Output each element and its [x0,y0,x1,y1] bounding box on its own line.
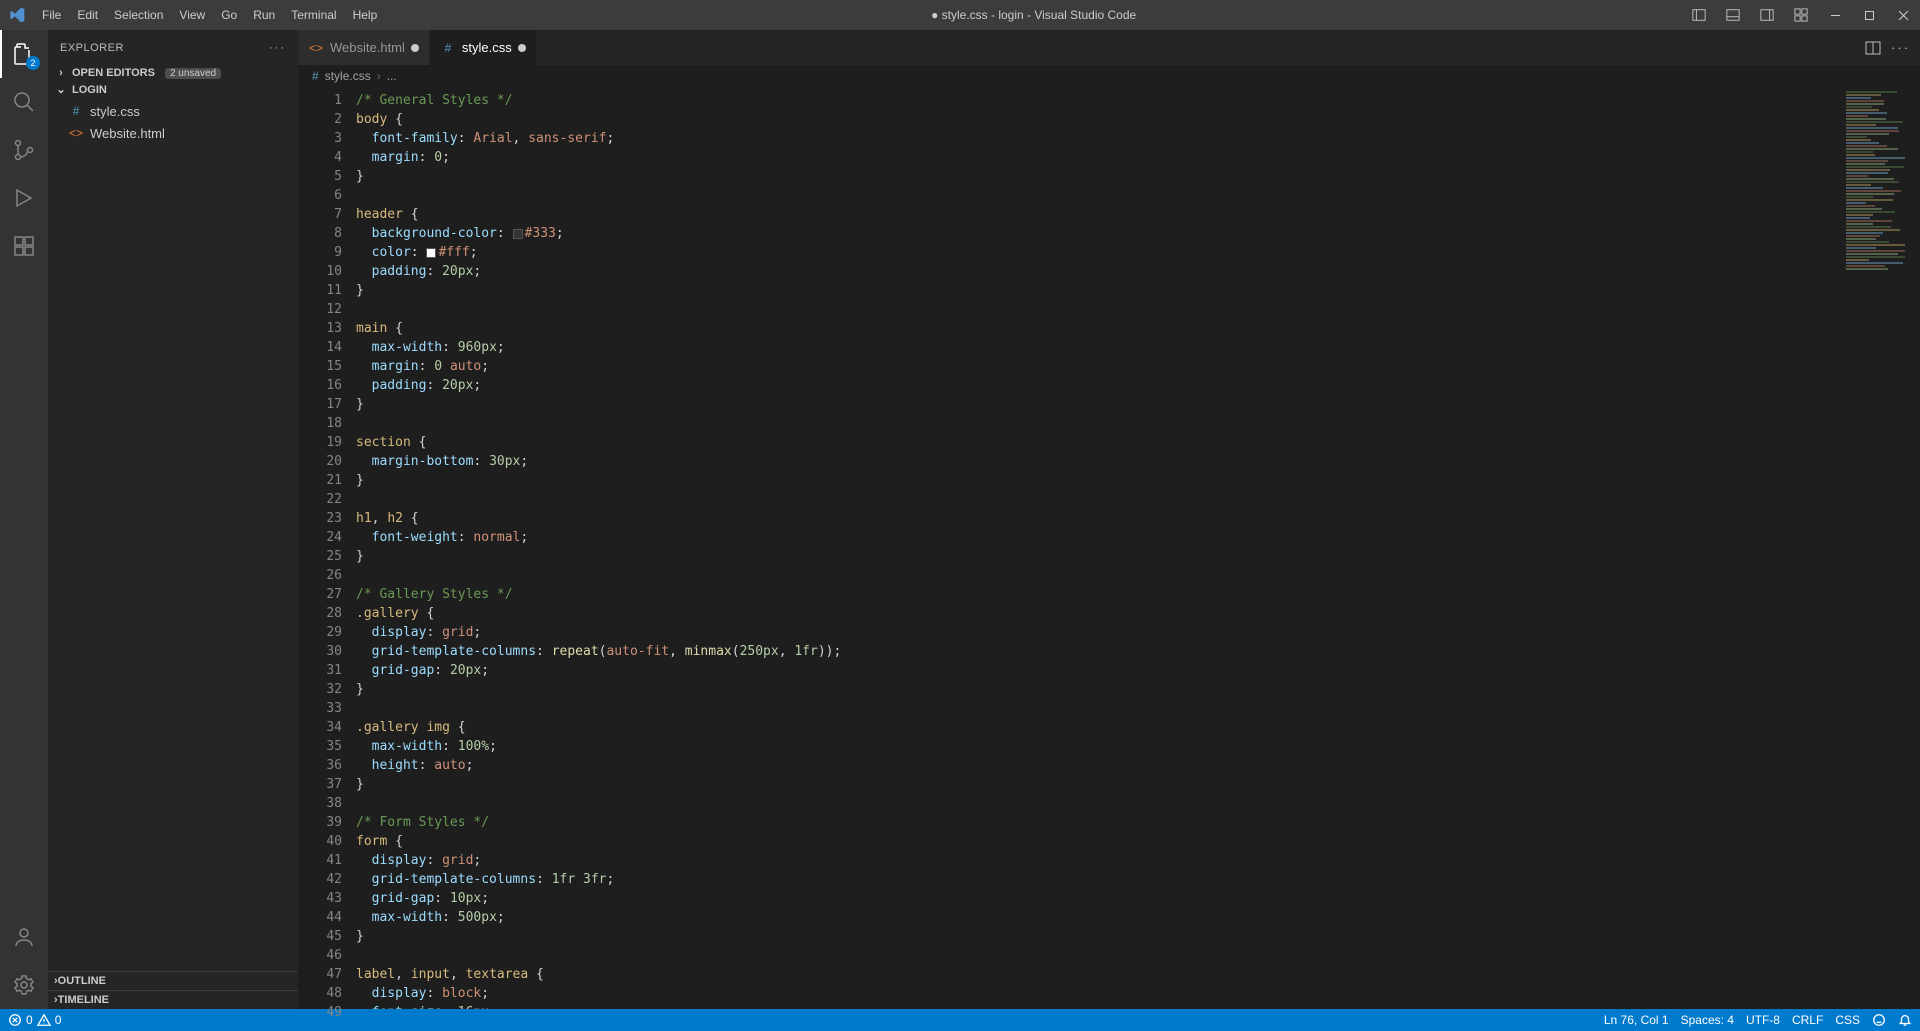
html-file-icon: <> [68,125,84,141]
close-button[interactable] [1886,0,1920,30]
folder-section[interactable]: ⌄ LOGIN [48,81,298,98]
activity-extensions[interactable] [0,222,48,270]
window-title: ● style.css - login - Visual Studio Code [385,8,1682,22]
editor-body[interactable]: 1234567891011121314151617181920212223242… [298,87,1920,1009]
tab-label: style.css [462,40,512,55]
chevron-right-icon: › [377,69,381,83]
outline-label: OUTLINE [58,975,106,987]
chevron-right-icon: › [54,67,68,79]
explorer-badge: 2 [26,56,40,70]
line-numbers: 1234567891011121314151617181920212223242… [298,87,356,1009]
open-editors-label: OPEN EDITORS [72,67,155,79]
outline-section[interactable]: › OUTLINE [48,971,298,990]
activity-source-control[interactable] [0,126,48,174]
sidebar-header: EXPLORER ··· [48,30,298,65]
status-warnings-count: 0 [55,1013,62,1027]
tab-style.css[interactable]: # style.css [430,30,537,65]
vscode-logo-icon [0,7,34,23]
file-tree: # style.css <> Website.html [48,98,298,146]
unsaved-dot-icon [518,44,526,52]
activity-explorer[interactable]: 2 [0,30,48,78]
menu-file[interactable]: File [34,0,69,30]
breadcrumb[interactable]: # style.css › ... [298,65,1920,87]
activity-settings[interactable] [0,961,48,1009]
minimap[interactable] [1846,91,1906,301]
status-errors-count: 0 [26,1013,33,1027]
titlebar: FileEditSelectionViewGoRunTerminalHelp ●… [0,0,1920,30]
activity-search[interactable] [0,78,48,126]
status-feedback-icon[interactable] [1872,1013,1886,1027]
css-file-icon: # [440,40,456,56]
main-area: 2 EXPLORER ·· [0,30,1920,1009]
menu-terminal[interactable]: Terminal [283,0,344,30]
more-actions-icon[interactable]: ··· [1891,40,1910,55]
folder-name: LOGIN [72,84,107,96]
breadcrumb-file: style.css [325,69,371,83]
unsaved-badge: 2 unsaved [165,68,221,79]
menu-run[interactable]: Run [245,0,283,30]
customize-layout-icon[interactable] [1784,0,1818,30]
file-style.css[interactable]: # style.css [48,100,298,122]
menu-bar: FileEditSelectionViewGoRunTerminalHelp [34,0,385,30]
scrollbar[interactable] [1906,87,1920,1009]
activity-bar: 2 [0,30,48,1009]
status-bar: 0 0 Ln 76, Col 1 Spaces: 4 UTF-8 CRLF CS… [0,1009,1920,1031]
color-swatch-icon [426,248,436,258]
status-errors[interactable]: 0 0 [8,1013,61,1027]
file-label: Website.html [90,126,165,141]
sidebar: EXPLORER ··· › OPEN EDITORS 2 unsaved ⌄ … [48,30,298,1009]
activity-run-debug[interactable] [0,174,48,222]
status-bell-icon[interactable] [1898,1013,1912,1027]
sidebar-title: EXPLORER [60,42,124,54]
tabs-row: <> Website.html # style.css ··· [298,30,1920,65]
status-eol[interactable]: CRLF [1792,1013,1823,1027]
color-swatch-icon [513,229,523,239]
activity-accounts[interactable] [0,913,48,961]
timeline-label: TIMELINE [58,994,109,1006]
tab-Website.html[interactable]: <> Website.html [298,30,430,65]
window-controls [1818,0,1920,30]
layout-controls [1682,0,1818,30]
file-label: style.css [90,104,140,119]
tabs-actions: ··· [1855,30,1920,65]
toggle-primary-sidebar-icon[interactable] [1682,0,1716,30]
breadcrumb-tail: ... [387,69,397,83]
editor-group: <> Website.html # style.css ··· # style.css… [298,30,1920,1009]
split-editor-icon[interactable] [1865,40,1881,56]
css-file-icon: # [68,103,84,119]
status-encoding[interactable]: UTF-8 [1746,1013,1780,1027]
menu-selection[interactable]: Selection [106,0,171,30]
tab-label: Website.html [330,40,405,55]
menu-edit[interactable]: Edit [69,0,106,30]
file-Website.html[interactable]: <> Website.html [48,122,298,144]
status-indent[interactable]: Spaces: 4 [1681,1013,1734,1027]
status-cursor[interactable]: Ln 76, Col 1 [1604,1013,1669,1027]
open-editors-section[interactable]: › OPEN EDITORS 2 unsaved [48,65,298,81]
unsaved-dot-icon [411,44,419,52]
toggle-panel-icon[interactable] [1716,0,1750,30]
menu-view[interactable]: View [171,0,213,30]
html-file-icon: <> [308,40,324,56]
timeline-section[interactable]: › TIMELINE [48,990,298,1009]
code-content[interactable]: /* General Styles */body { font-family: … [356,87,1920,1009]
status-language[interactable]: CSS [1835,1013,1860,1027]
minimize-button[interactable] [1818,0,1852,30]
css-file-icon: # [312,69,319,83]
chevron-down-icon: ⌄ [54,83,68,96]
menu-help[interactable]: Help [345,0,386,30]
toggle-secondary-sidebar-icon[interactable] [1750,0,1784,30]
maximize-button[interactable] [1852,0,1886,30]
sidebar-more-icon[interactable]: ··· [269,42,286,54]
menu-go[interactable]: Go [213,0,245,30]
